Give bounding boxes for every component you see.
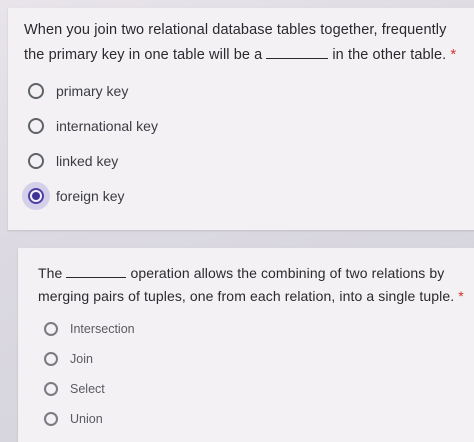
radio-button-selected[interactable] <box>28 188 44 204</box>
option-international-key[interactable]: international key <box>28 118 158 134</box>
option-union[interactable]: Union <box>44 412 103 426</box>
option-label: Select <box>70 382 105 396</box>
question-text: When you join two relational database ta… <box>24 18 464 68</box>
option-label: primary key <box>56 83 129 99</box>
question-text-part-2: in the other table. <box>332 47 447 63</box>
radio-button[interactable] <box>44 382 58 396</box>
option-label: foreign key <box>56 188 125 204</box>
option-select[interactable]: Select <box>44 382 105 396</box>
option-label: Intersection <box>70 322 135 336</box>
question-card-2: The operation allows the combining of two… <box>18 248 474 442</box>
radio-button[interactable] <box>28 83 44 99</box>
question-text-part-1: The <box>38 265 63 281</box>
option-linked-key[interactable]: linked key <box>28 153 118 169</box>
required-asterisk: * <box>458 288 464 304</box>
question-blank <box>266 44 329 59</box>
form-page: When you join two relational database ta… <box>0 0 474 442</box>
option-label: Join <box>70 352 93 366</box>
option-primary-key[interactable]: primary key <box>28 83 128 99</box>
radio-button[interactable] <box>44 352 58 366</box>
required-asterisk: * <box>450 47 457 63</box>
option-label: international key <box>56 118 158 134</box>
question-text: The operation allows the combining of two… <box>38 262 474 308</box>
option-label: Union <box>70 412 103 426</box>
radio-button[interactable] <box>44 322 58 336</box>
radio-button[interactable] <box>44 412 58 426</box>
option-join[interactable]: Join <box>44 352 93 366</box>
question-blank <box>66 263 127 278</box>
option-foreign-key[interactable]: foreign key <box>28 188 124 204</box>
radio-button[interactable] <box>28 118 44 134</box>
option-intersection[interactable]: Intersection <box>44 322 135 336</box>
question-card-1: When you join two relational database ta… <box>8 8 474 230</box>
radio-button[interactable] <box>28 153 44 169</box>
option-label: linked key <box>56 153 119 169</box>
